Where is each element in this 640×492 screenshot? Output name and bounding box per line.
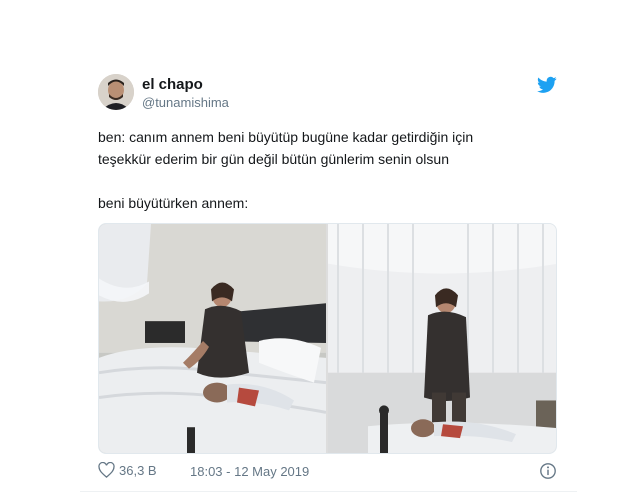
photo-right[interactable] (328, 224, 557, 453)
timestamp[interactable]: 18:03 - 12 May 2019 (190, 464, 309, 479)
avatar-image (98, 74, 134, 110)
media-grid (98, 223, 557, 454)
avatar[interactable] (98, 74, 134, 110)
user-handle[interactable]: @tunamishima (142, 95, 229, 110)
tweet-footer: 36,3 B 18:03 - 12 May 2019 (98, 460, 557, 484)
twitter-bird-icon[interactable] (537, 76, 557, 94)
tweet-line: teşekkür ederim bir gün değil bütün günl… (98, 151, 449, 167)
heart-icon (98, 462, 115, 478)
tweet-text: ben: canım annem beni büyütüp bugüne kad… (98, 126, 568, 214)
tweet-card: el chapo @tunamishima ben: canım annem b… (80, 62, 577, 492)
tweet-line-blank (98, 170, 568, 192)
tweet-line: ben: canım annem beni büyütüp bugüne kad… (98, 129, 474, 145)
display-name[interactable]: el chapo (142, 76, 203, 93)
photo-left[interactable] (99, 224, 326, 453)
tweet-line: beni büyütürken annem: (98, 195, 249, 211)
like-button[interactable]: 36,3 B (98, 462, 157, 478)
like-count: 36,3 B (119, 462, 157, 478)
info-icon[interactable] (539, 462, 557, 480)
